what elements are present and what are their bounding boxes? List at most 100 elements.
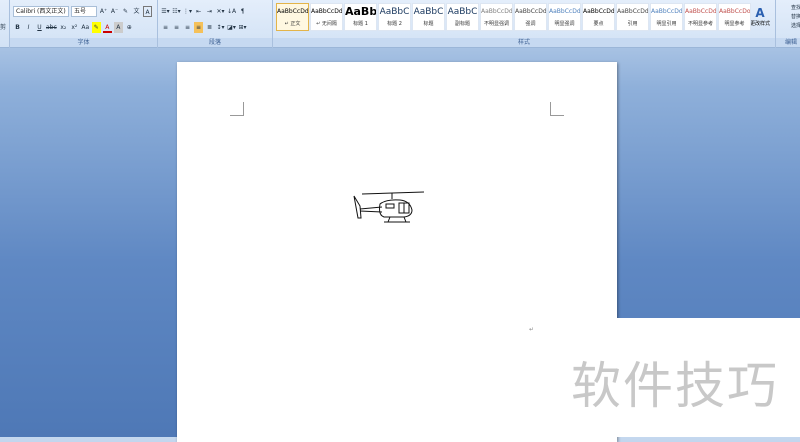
line-spacing-icon[interactable]: ↕▾ <box>216 22 225 33</box>
style-preview: AaBbCcDd <box>481 8 512 15</box>
replace-button[interactable]: 替换 <box>791 13 800 22</box>
style-item[interactable]: AaBbCcDo 明显参考 <box>718 3 751 31</box>
style-item[interactable]: AaBb 标题 1 <box>344 3 377 31</box>
chinese-layout-icon[interactable]: ✕▾ <box>216 6 225 17</box>
multilevel-list-icon[interactable]: ⋮▾ <box>183 6 192 17</box>
style-preview: AaBbCcDo <box>719 8 750 15</box>
align-left-icon[interactable]: ≡ <box>161 22 170 33</box>
helicopter-image[interactable] <box>352 190 427 226</box>
style-name: 标题 <box>423 21 434 27</box>
style-preview: AaBb <box>345 5 376 18</box>
font-name-select[interactable]: Calibri (西文正文) <box>13 6 69 17</box>
style-name: 引用 <box>627 21 638 27</box>
style-preview: AaBbCcDd <box>617 8 648 15</box>
margin-corner-mark <box>550 102 564 116</box>
styles-group-label: 样式 <box>273 38 775 47</box>
style-name: ↵ 正文 <box>284 21 301 27</box>
style-name: 明显引用 <box>656 21 677 27</box>
char-border-button[interactable]: A <box>143 6 152 17</box>
show-marks-icon[interactable]: ¶ <box>238 6 247 17</box>
decrease-indent-icon[interactable]: ⇤ <box>194 6 203 17</box>
paragraph-mark: ↵ <box>529 326 535 333</box>
phonetic-button[interactable]: 文 <box>132 6 141 17</box>
bullets-icon[interactable]: ☰▾ <box>161 6 170 17</box>
style-item[interactable]: AaBbC 标题 2 <box>378 3 411 31</box>
strikethrough-button[interactable]: abc <box>46 22 57 33</box>
style-name: 不明显参考 <box>687 21 713 27</box>
distributed-icon[interactable]: ≣ <box>205 22 214 33</box>
font-size-select[interactable]: 五号 <box>71 6 97 17</box>
style-item[interactable]: AaBbC 副标题 <box>446 3 479 31</box>
style-item[interactable]: AaBbC 标题 <box>412 3 445 31</box>
style-preview: AaBbCcDd <box>651 8 682 15</box>
style-item[interactable]: AaBbCcDd 明显引用 <box>650 3 683 31</box>
style-name: 标题 2 <box>387 21 402 27</box>
char-shading-button[interactable]: A <box>113 22 123 33</box>
change-styles-button[interactable]: A 更改样式 <box>749 6 771 27</box>
style-name: 标题 1 <box>353 21 368 27</box>
watermark: 软件技巧 <box>571 318 800 437</box>
bold-button[interactable]: B <box>13 22 22 33</box>
change-styles-icon: A <box>755 6 765 20</box>
clipboard-group: 剪 <box>0 0 10 48</box>
style-item[interactable]: AaBbCcDd 引用 <box>616 3 649 31</box>
style-item[interactable]: AaBbCcDd 不明显参考 <box>684 3 717 31</box>
shrink-font-button[interactable]: A⁻ <box>110 6 119 17</box>
clear-format-button[interactable]: ✎ <box>121 6 130 17</box>
margin-corner-mark <box>230 102 244 116</box>
highlight-icon[interactable]: ✎ <box>91 22 101 33</box>
grow-font-button[interactable]: A⁺ <box>99 6 108 17</box>
style-preview: AaBbCcDd <box>685 8 716 15</box>
style-name: 强调 <box>525 21 536 27</box>
editing-group-label: 编辑 <box>776 38 800 47</box>
style-preview: AaBbC <box>447 7 478 17</box>
style-preview: AaBbCcDd <box>311 8 342 15</box>
document-page[interactable]: ↵ <box>177 62 617 442</box>
style-name: 不明显强调 <box>483 21 509 27</box>
style-item[interactable]: AaBbCcDd 强调 <box>514 3 547 31</box>
styles-gallery: AaBbCcDd ↵ 正文 AaBbCcDd ↵ 无间隔 AaBb 标题 1 AaBbC 标题… <box>276 3 751 31</box>
style-preview: AaBbCcDd <box>277 8 308 15</box>
underline-button[interactable]: U <box>35 22 44 33</box>
style-name: 副标题 <box>454 21 470 27</box>
superscript-button[interactable]: x² <box>70 22 79 33</box>
numbering-icon[interactable]: ☷▾ <box>172 6 181 17</box>
style-name: 要点 <box>593 21 604 27</box>
font-group-label: 字体 <box>10 38 157 47</box>
paragraph-group: ☰▾ ☷▾ ⋮▾ ⇤ ⇥ ✕▾ ↓A ¶ ≡ ≡ ≡ ≡ ≣ ↕▾ ◪▾ ⊞▾ … <box>158 0 273 48</box>
change-styles-label: 更改样式 <box>749 21 770 27</box>
style-preview: AaBbC <box>379 7 410 17</box>
style-preview: AaBbCcDd <box>515 8 546 15</box>
style-preview: AaBbCcDd <box>583 8 614 15</box>
style-name: 明显参考 <box>724 21 745 27</box>
paragraph-group-label: 段落 <box>158 38 272 47</box>
align-right-icon[interactable]: ≡ <box>183 22 192 33</box>
style-item[interactable]: AaBbCcDd ↵ 无间隔 <box>310 3 343 31</box>
enclose-char-button[interactable]: ⊕ <box>125 22 134 33</box>
align-center-icon[interactable]: ≡ <box>172 22 181 33</box>
shading-icon[interactable]: ◪▾ <box>227 22 236 33</box>
sort-icon[interactable]: ↓A <box>227 6 236 17</box>
style-preview: AaBbCcDd <box>549 8 580 15</box>
style-item[interactable]: AaBbCcDd ↵ 正文 <box>276 3 309 31</box>
select-button[interactable]: 选择 <box>791 22 800 31</box>
font-group: Calibri (西文正文) 五号 A⁺ A⁻ ✎ 文 A B I U abc … <box>10 0 158 48</box>
find-button[interactable]: 查找 <box>791 4 800 13</box>
clipboard-label: 剪 <box>0 24 7 31</box>
editing-group: 查找 替换 选择 编辑 <box>776 0 800 48</box>
change-case-button[interactable]: Aa <box>81 22 90 33</box>
style-name: ↵ 无间隔 <box>316 21 337 27</box>
justify-icon[interactable]: ≡ <box>194 22 203 33</box>
watermark-text: 软件技巧 <box>571 357 779 415</box>
borders-icon[interactable]: ⊞▾ <box>238 22 247 33</box>
style-item[interactable]: AaBbCcDd 明显强调 <box>548 3 581 31</box>
style-item[interactable]: AaBbCcDd 不明显强调 <box>480 3 513 31</box>
ribbon: 剪 Calibri (西文正文) 五号 A⁺ A⁻ ✎ 文 A B I U ab… <box>0 0 800 48</box>
style-name: 明显强调 <box>554 21 575 27</box>
style-item[interactable]: AaBbCcDd 要点 <box>582 3 615 31</box>
increase-indent-icon[interactable]: ⇥ <box>205 6 214 17</box>
italic-button[interactable]: I <box>24 22 33 33</box>
style-preview: AaBbC <box>413 7 444 17</box>
subscript-button[interactable]: x₂ <box>59 22 68 33</box>
font-color-button[interactable]: A <box>102 22 112 33</box>
